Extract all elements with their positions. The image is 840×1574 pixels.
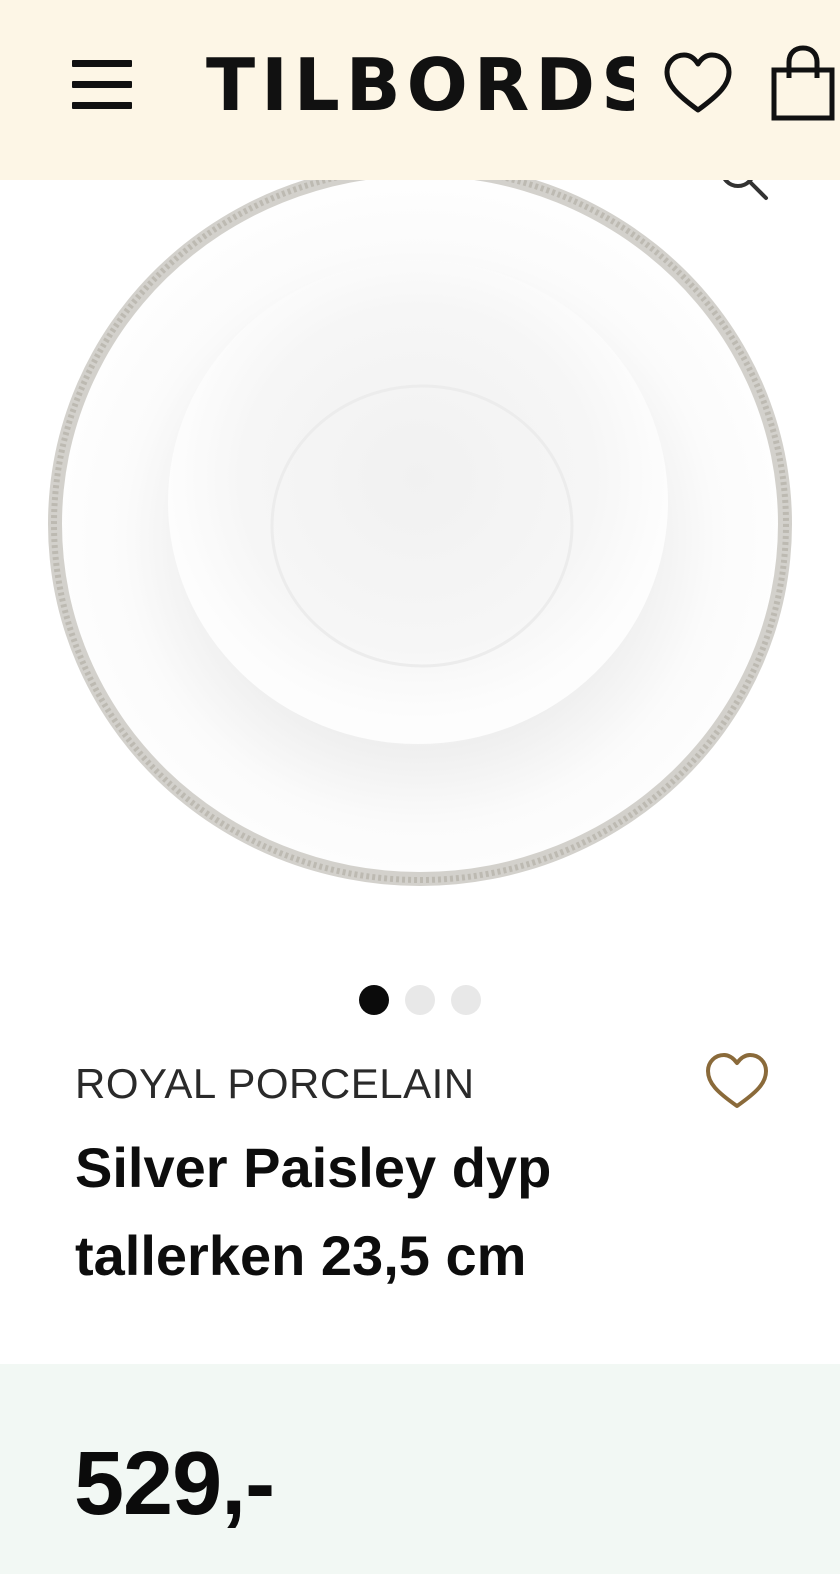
shopping-bag-icon (771, 45, 835, 121)
cart-button[interactable] (770, 44, 836, 124)
site-logo[interactable]: TILBORDS (206, 40, 634, 130)
hamburger-menu-icon (72, 60, 132, 67)
product-price: 529,- (74, 1434, 275, 1534)
product-brand[interactable]: ROYAL PORCELAIN (75, 1058, 475, 1110)
carousel-dot-1[interactable] (359, 985, 389, 1015)
carousel-dot-3[interactable] (451, 985, 481, 1015)
add-to-wishlist-button[interactable] (704, 1050, 770, 1112)
carousel-dot-2[interactable] (405, 985, 435, 1015)
wishlist-button[interactable] (662, 48, 734, 120)
heart-icon (664, 52, 732, 113)
heart-outline-icon (706, 1053, 768, 1108)
carousel-pagination (0, 985, 840, 1015)
product-page: TILBORDS ROYAL PORCELAIN Silver Paisley … (0, 0, 840, 1574)
product-image[interactable] (44, 180, 796, 906)
price-panel: 529,- (0, 1364, 840, 1574)
top-header: TILBORDS (0, 0, 840, 180)
menu-button[interactable] (72, 56, 134, 112)
product-title: Silver Paisley dyp tallerken 23,5 cm (75, 1136, 552, 1287)
product-image-carousel[interactable] (0, 180, 840, 960)
